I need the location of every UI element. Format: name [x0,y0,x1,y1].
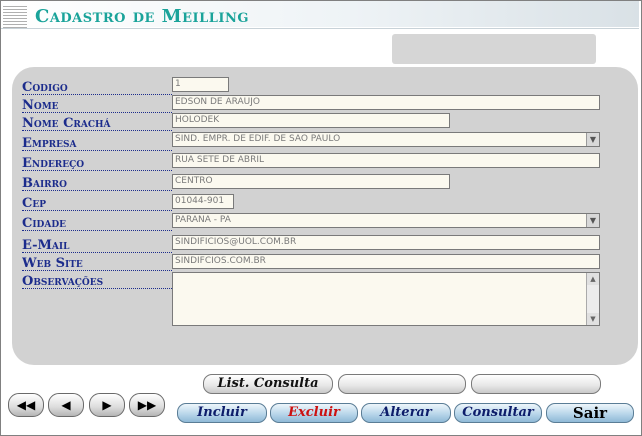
observacoes-scrollbar[interactable]: ▲ ▼ [586,273,599,325]
excluir-button[interactable]: Excluir [270,403,358,423]
email-field[interactable]: SINDIFICIOS@UOL.COM.BR [172,235,600,250]
website-label: Web Site [22,256,83,271]
email-label: E-Mail [22,238,70,253]
window-title: Cadastro de Meilling [35,6,249,27]
scroll-down-icon[interactable]: ▼ [587,313,599,325]
observacoes-label: Observações [22,274,104,289]
nome-field[interactable]: EDSON DE ARAUJO [172,95,600,110]
website-field[interactable]: SINDIFCIOS.COM.BR [172,254,600,269]
title-grip-icon [3,6,27,28]
empresa-select[interactable]: SIND. EMPR. DE EDIF. DE SAO PAULO [172,132,600,147]
empresa-label: Empresa [22,136,77,151]
cep-label: Cep [22,196,46,211]
codigo-label: Codigo [22,80,68,95]
nome-cracha-label: Nome Crachá [22,116,111,131]
next-record-icon[interactable]: ▶ [89,393,125,417]
blank-button-2[interactable] [471,374,601,394]
bairro-field[interactable]: CENTRO [172,174,450,189]
observacoes-textarea[interactable]: ▲ ▼ [172,272,600,326]
codigo-field[interactable]: 1 [172,77,229,92]
cidade-select[interactable]: PARANA - PA [172,213,600,228]
endereco-field[interactable]: RUA SETE DE ABRIL [172,153,600,168]
nome-label: Nome [22,98,59,113]
blank-button-1[interactable] [338,374,466,394]
consultar-button[interactable]: Consultar [454,403,542,423]
first-record-icon[interactable]: ◀◀ [8,393,44,417]
last-record-icon[interactable]: ▶▶ [129,393,165,417]
title-divider [1,28,639,29]
alterar-button[interactable]: Alterar [361,403,451,423]
nome-cracha-field[interactable]: HOLODEK [172,113,450,128]
cidade-label: Cidade [22,216,67,231]
previous-record-icon[interactable]: ◀ [48,393,84,417]
cep-field[interactable]: 01044-901 [172,194,234,209]
header-status-box [392,34,596,64]
list-consulta-button[interactable]: List. Consulta [203,374,333,394]
empresa-dropdown-icon[interactable]: ▼ [586,133,599,146]
endereco-label: Endereço [22,156,85,171]
scroll-up-icon[interactable]: ▲ [587,273,599,285]
incluir-button[interactable]: Incluir [177,403,267,423]
cidade-dropdown-icon[interactable]: ▼ [586,214,599,227]
sair-button[interactable]: Sair [546,403,634,423]
bairro-label: Bairro [22,176,67,191]
title-bar: Cadastro de Meilling [1,1,639,28]
